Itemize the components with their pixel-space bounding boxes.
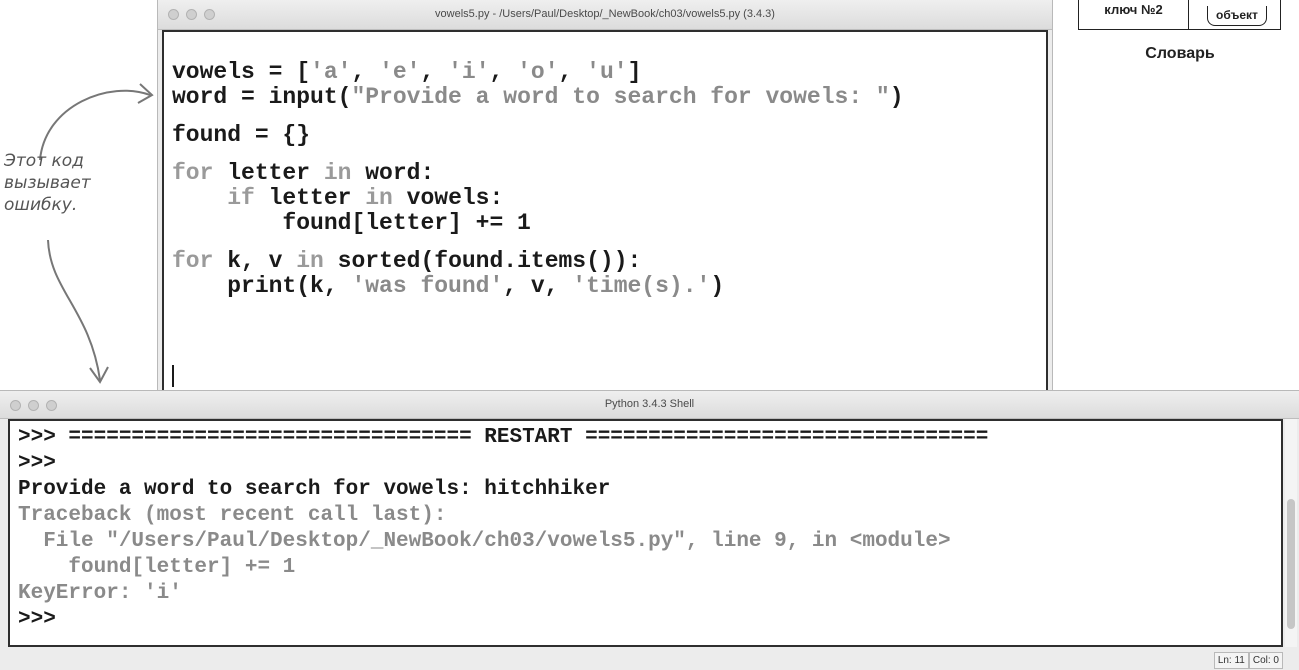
code-string: 'o' (517, 59, 559, 85)
code-token: ) (710, 273, 725, 299)
code-token: , (351, 59, 380, 85)
code-token: , v, (503, 273, 573, 299)
code-string: 'e' (379, 59, 421, 85)
code-line: for k, v in sorted(found.items()): (172, 249, 1046, 274)
code-token: letter (254, 185, 366, 211)
dictionary-caption: Словарь (1145, 45, 1215, 62)
code-token: vowels = [ (172, 59, 311, 85)
shell-scrollbar[interactable] (1285, 419, 1297, 647)
code-token: ) (889, 84, 904, 110)
code-keyword: for (172, 248, 214, 274)
annotation-line: ошибку. (4, 195, 78, 215)
shell-titlebar[interactable]: Python 3.4.3 Shell (0, 391, 1299, 419)
shell-error-line: KeyError: 'i' (18, 582, 182, 605)
shell-output[interactable]: >>> ================================ RES… (8, 419, 1283, 647)
code-string: 'a' (310, 59, 352, 85)
code-string: 'was found' (351, 273, 504, 299)
dictionary-key: ключ №2 (1079, 0, 1189, 29)
code-token: word = input( (172, 84, 352, 110)
code-token: sorted(found.items()): (323, 248, 642, 274)
editor-title: vowels5.py - /Users/Paul/Desktop/_NewBoo… (435, 8, 775, 20)
code-token: k, v (213, 248, 297, 274)
code-string: 'i' (448, 59, 490, 85)
status-column-number: Col: 0 (1248, 652, 1283, 669)
shell-line: >>> ================================ RES… (18, 426, 989, 449)
annotation-line: Этот код (4, 151, 84, 171)
code-editor[interactable]: vowels = ['a', 'e', 'i', 'o', 'u'] word =… (162, 30, 1048, 391)
scroll-thumb[interactable] (1287, 499, 1295, 629)
shell-line: >>> (18, 608, 56, 631)
dictionary-diagram: ключ №2 объект (1078, 0, 1281, 30)
code-string: 'time(s).' (572, 273, 711, 299)
shell-error-line: found[letter] += 1 (18, 556, 296, 579)
code-keyword: for (172, 160, 214, 186)
code-token: word: (351, 160, 435, 186)
code-line: if letter in vowels: (172, 186, 1046, 211)
shell-error-line: File "/Users/Paul/Desktop/_NewBook/ch03/… (18, 530, 951, 553)
code-keyword: in (365, 185, 393, 211)
code-token: letter (213, 160, 324, 186)
code-token: found = {} (172, 122, 311, 148)
shell-line: Provide a word to search for vowels: hit… (18, 478, 611, 501)
shell-title: Python 3.4.3 Shell (604, 398, 695, 410)
text-cursor (172, 365, 174, 387)
code-keyword: in (296, 248, 324, 274)
code-token: print(k, (172, 273, 352, 299)
code-token: vowels: (392, 185, 504, 211)
status-line-number: Ln: 11 (1213, 652, 1249, 669)
dictionary-value-cell: объект (1189, 0, 1280, 29)
code-string: "Provide a word to search for vowels: " (351, 84, 890, 110)
code-line: for letter in word: (172, 161, 1046, 186)
shell-error-line: Traceback (most recent call last): (18, 504, 447, 527)
code-token: , (558, 59, 587, 85)
code-string: 'u' (586, 59, 628, 85)
editor-window: vowels5.py - /Users/Paul/Desktop/_NewBoo… (157, 0, 1053, 392)
code-token: , (489, 59, 518, 85)
code-keyword: in (323, 160, 352, 186)
code-line: word = input("Provide a word to search f… (172, 85, 1046, 110)
code-line: found = {} (172, 123, 1046, 148)
code-line: found[letter] += 1 (172, 211, 1046, 236)
dictionary-value-object: объект (1207, 6, 1267, 26)
code-keyword: if (227, 185, 255, 211)
status-bar: Ln: 11 Col: 0 (1213, 652, 1283, 670)
code-token: ] (627, 59, 642, 85)
editor-titlebar[interactable]: vowels5.py - /Users/Paul/Desktop/_NewBoo… (158, 0, 1052, 30)
code-token: found[letter] += 1 (172, 210, 531, 236)
code-line: vowels = ['a', 'e', 'i', 'o', 'u'] (172, 60, 1046, 85)
shell-window: Python 3.4.3 Shell >>> =================… (0, 390, 1299, 670)
code-line: print(k, 'was found', v, 'time(s).') (172, 274, 1046, 299)
code-token: , (420, 59, 449, 85)
annotation-line: вызывает (4, 173, 91, 193)
handwritten-annotation: Этот код вызывает ошибку. (4, 150, 144, 216)
shell-line: >>> (18, 452, 56, 475)
